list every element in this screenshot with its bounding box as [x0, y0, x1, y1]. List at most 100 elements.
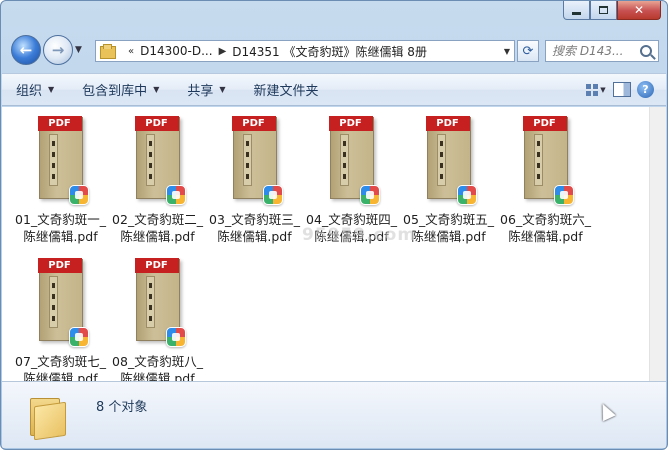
pdf-thumbnail: PDF [37, 258, 89, 347]
command-bar-right: ▼ ? [585, 80, 666, 100]
file-name-line1: 01_文奇豹斑一_ [15, 212, 106, 227]
pdf-reader-app-icon [68, 327, 89, 347]
folder-front [34, 401, 66, 441]
organize-menu[interactable]: 组织 ▼ [2, 78, 68, 102]
maximize-icon [599, 6, 608, 14]
address-dropdown-icon[interactable]: ▼ [500, 47, 514, 56]
view-grid-icon [586, 83, 599, 96]
book-title-strip [339, 134, 349, 186]
pdf-tag: PDF [37, 116, 82, 131]
folder-icon [100, 44, 118, 59]
file-name-line1: 08_文奇豹斑八_ [112, 354, 203, 369]
pdf-reader-app-icon [359, 185, 380, 205]
include-in-library-menu[interactable]: 包含到库中 ▼ [68, 78, 173, 102]
file-item[interactable]: PDF 07_文奇豹斑七_ 陈继儒辑.pdf [12, 255, 109, 389]
pdf-thumbnail: PDF [231, 116, 283, 205]
help-icon[interactable]: ? [637, 81, 654, 98]
pdf-thumbnail: PDF [134, 258, 186, 347]
change-view-button[interactable]: ▼ [585, 80, 607, 100]
pdf-thumbnail: PDF [37, 116, 89, 205]
chevron-down-icon: ▼ [153, 85, 160, 94]
file-name-line2: 陈继儒辑.pdf [120, 229, 195, 244]
file-name-line2: 陈继儒辑.pdf [508, 229, 583, 244]
file-name: 01_文奇豹斑一_ 陈继儒辑.pdf [12, 211, 109, 245]
file-name: 06_文奇豹斑六_ 陈继儒辑.pdf [497, 211, 594, 245]
book-title-strip [145, 276, 155, 328]
file-grid: PDF 01_文奇豹斑一_ 陈继儒辑.pdf PDF 02_文奇豹斑二_ 陈继儒… [12, 113, 632, 389]
new-folder-button[interactable]: 新建文件夹 [240, 78, 333, 102]
forward-button[interactable]: → [43, 35, 73, 65]
file-item[interactable]: PDF 06_文奇豹斑六_ 陈继儒辑.pdf [497, 113, 594, 247]
maximize-button[interactable] [590, 1, 617, 20]
pdf-tag: PDF [522, 116, 567, 131]
close-button[interactable]: ✕ [617, 1, 661, 20]
details-pane: 8 个对象 [2, 381, 666, 448]
item-count: 8 个对象 [96, 400, 148, 415]
book-title-strip [436, 134, 446, 186]
file-item[interactable]: PDF 03_文奇豹斑三_ 陈继儒辑.pdf [206, 113, 303, 247]
vertical-scrollbar[interactable] [649, 107, 666, 381]
pdf-tag: PDF [37, 258, 82, 273]
pdf-thumbnail: PDF [328, 116, 380, 205]
file-name-line2: 陈继儒辑.pdf [23, 229, 98, 244]
pdf-tag: PDF [425, 116, 470, 131]
search-icon[interactable] [640, 45, 652, 57]
share-label: 共享 [187, 84, 214, 99]
pdf-tag: PDF [328, 116, 373, 131]
caption-buttons: ✕ [563, 1, 661, 21]
pdf-thumbnail: PDF [425, 116, 477, 205]
chevron-down-icon: ▼ [219, 85, 226, 94]
pdf-tag: PDF [134, 116, 179, 131]
file-item[interactable]: PDF 08_文奇豹斑八_ 陈继儒辑.pdf [109, 255, 206, 389]
file-name-line2: 陈继儒辑.pdf [217, 229, 292, 244]
chevron-right-icon[interactable]: ▶ [219, 46, 227, 57]
file-name-line1: 03_文奇豹斑三_ [209, 212, 300, 227]
share-menu[interactable]: 共享 ▼ [173, 78, 239, 102]
pdf-thumbnail: PDF [134, 116, 186, 205]
file-list-pane: PDF 01_文奇豹斑一_ 陈继儒辑.pdf PDF 02_文奇豹斑二_ 陈继儒… [2, 107, 666, 386]
chevron-down-icon: ▼ [48, 85, 55, 94]
book-title-strip [145, 134, 155, 186]
file-name: 02_文奇豹斑二_ 陈继儒辑.pdf [109, 211, 206, 245]
pdf-tag: PDF [134, 258, 179, 273]
address-overflow[interactable]: « [128, 46, 134, 57]
include-library-label: 包含到库中 [82, 84, 148, 99]
file-name-line1: 07_文奇豹斑七_ [15, 354, 106, 369]
file-name-line1: 02_文奇豹斑二_ [112, 212, 203, 227]
pdf-tag: PDF [231, 116, 276, 131]
address-bar[interactable]: « D14300-D... ▶ D14351 《文奇豹斑》陈继儒辑 8册 ▼ [95, 40, 515, 62]
file-name-line1: 06_文奇豹斑六_ [500, 212, 591, 227]
minimize-icon [572, 11, 581, 15]
book-title-strip [242, 134, 252, 186]
folder-icon-large [30, 392, 70, 441]
back-arrow-icon: ← [19, 41, 33, 59]
forward-arrow-icon: → [51, 41, 65, 59]
watermark: 95959.com [302, 225, 417, 245]
back-button[interactable]: ← [11, 35, 41, 65]
pdf-reader-app-icon [262, 185, 283, 205]
minimize-button[interactable] [563, 1, 590, 20]
breadcrumb-parent[interactable]: D14300-D... [140, 44, 212, 58]
refresh-icon: ⟳ [522, 43, 534, 59]
breadcrumb-current[interactable]: D14351 《文奇豹斑》陈继儒辑 8册 [232, 43, 427, 60]
refresh-button[interactable]: ⟳ [517, 40, 539, 62]
chevron-down-icon: ▼ [600, 85, 606, 94]
pdf-reader-app-icon [456, 185, 477, 205]
explorer-window: ✕ ← → ▼ « D14300-D... ▶ D14351 《文奇豹斑》陈继儒… [0, 0, 668, 450]
file-name: 03_文奇豹斑三_ 陈继儒辑.pdf [206, 211, 303, 245]
file-item[interactable]: PDF 02_文奇豹斑二_ 陈继儒辑.pdf [109, 113, 206, 247]
navigation-buttons: ← → ▼ [11, 35, 82, 65]
pdf-reader-app-icon [553, 185, 574, 205]
search-input[interactable] [546, 44, 638, 58]
book-title-strip [48, 134, 58, 186]
book-title-strip [533, 134, 543, 186]
file-item[interactable]: PDF 01_文奇豹斑一_ 陈继儒辑.pdf [12, 113, 109, 247]
pdf-reader-app-icon [165, 185, 186, 205]
preview-pane-icon[interactable] [613, 82, 631, 97]
pdf-reader-app-icon [68, 185, 89, 205]
pdf-thumbnail: PDF [522, 116, 574, 205]
command-bar: 组织 ▼ 包含到库中 ▼ 共享 ▼ 新建文件夹 ▼ ? [2, 73, 666, 106]
organize-label: 组织 [16, 84, 43, 99]
book-title-strip [48, 276, 58, 328]
history-dropdown-icon[interactable]: ▼ [75, 45, 82, 55]
